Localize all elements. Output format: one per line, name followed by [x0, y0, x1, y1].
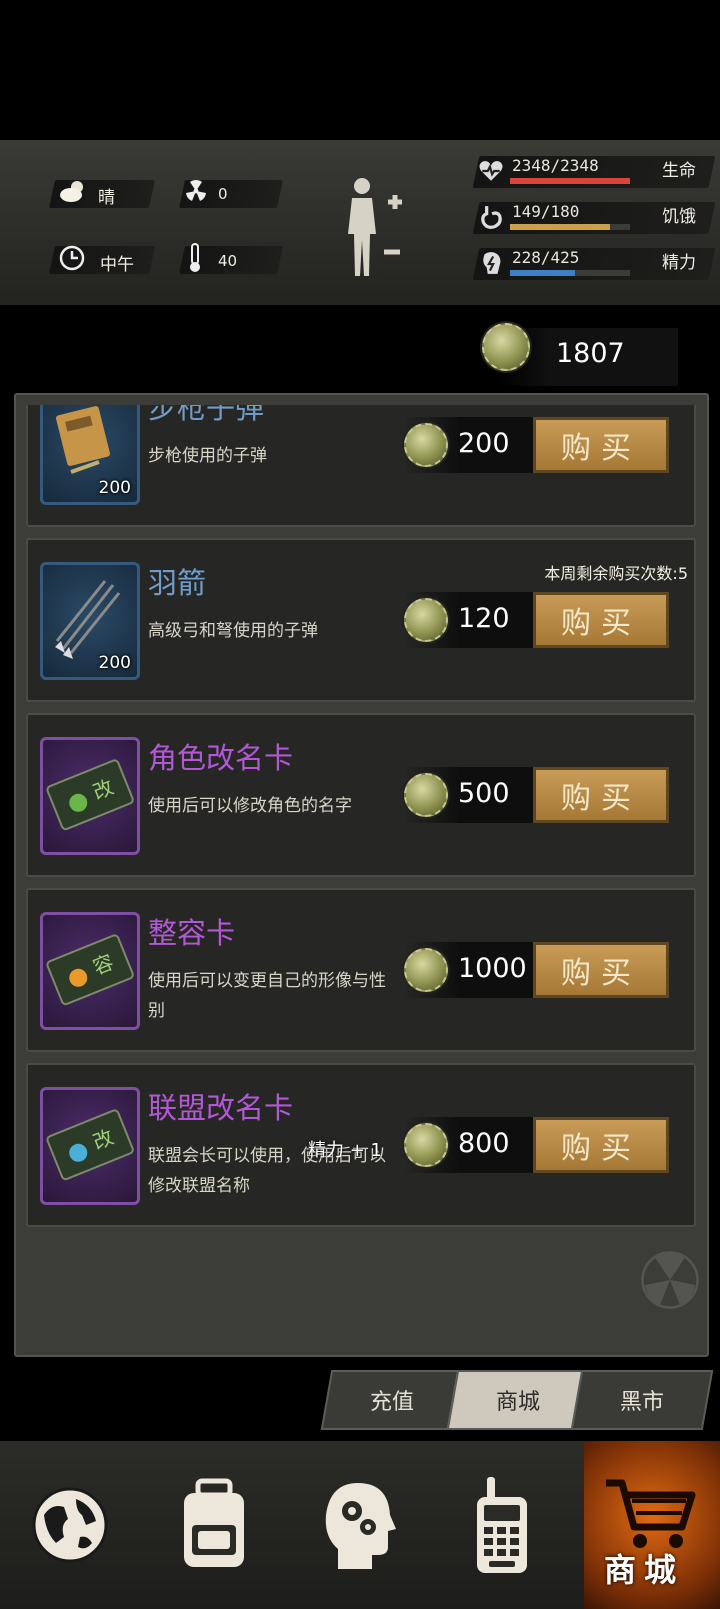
- item-price-value: 800: [458, 1128, 510, 1159]
- stat-hunger: 149/180 饥饿: [472, 200, 716, 236]
- item-description: 使用后可以变更自己的形像与性别: [148, 971, 386, 1021]
- cloud-sun-icon: [60, 181, 83, 202]
- stat-health: 2348/2348 生命: [472, 154, 716, 190]
- stat-label: 饥饿: [662, 207, 696, 227]
- backpack-icon: [184, 1478, 244, 1567]
- weekly-limit: 本周剩余购买次数:5: [544, 564, 688, 583]
- time-of-day-label: 中午: [100, 255, 134, 275]
- stat-label: 精力: [662, 253, 696, 273]
- item-quantity: 200: [98, 478, 131, 498]
- bottle-cap-icon: [404, 773, 448, 817]
- item-price-value: 500: [458, 778, 510, 809]
- stat-bar-fill: [510, 224, 610, 230]
- currency-amount: 1807: [556, 338, 625, 369]
- bottom-nav: 商城: [0, 1441, 720, 1609]
- heart-pulse-icon: [479, 161, 503, 181]
- nav-radio-button[interactable]: [432, 1441, 572, 1609]
- shop-tabs: 充值 商城 黑市: [320, 1370, 714, 1430]
- stat-label: 生命: [662, 161, 696, 181]
- tab-recharge[interactable]: 充值: [320, 1370, 464, 1430]
- arrows-icon: [55, 580, 121, 659]
- item-icon-frame: 改: [40, 737, 140, 855]
- head-gears-icon: [325, 1483, 396, 1569]
- globe-icon: [32, 1487, 108, 1563]
- item-price-value: 200: [458, 428, 510, 459]
- item-name: 羽箭: [148, 566, 207, 600]
- rename-card-icon: 改: [46, 759, 134, 831]
- stat-bar: [510, 270, 630, 276]
- buy-button[interactable]: 购买: [533, 1117, 669, 1173]
- buy-button[interactable]: 购买: [533, 417, 669, 473]
- item-description: 步枪使用的子弹: [148, 446, 267, 466]
- alliance-rename-card-icon: 改: [46, 1109, 134, 1181]
- item-description: 高级弓和弩使用的子弹: [148, 621, 318, 641]
- appearance-card-icon: 容: [46, 934, 134, 1006]
- tab-shop[interactable]: 商城: [446, 1370, 590, 1430]
- item-name: 角色改名卡: [148, 741, 294, 775]
- item-description: 使用后可以修改角色的名字: [148, 796, 352, 816]
- bottle-cap-icon: [404, 598, 448, 642]
- body-status-icon[interactable]: [338, 176, 408, 280]
- item-name: 整容卡: [148, 916, 236, 950]
- temperature-value: 40: [218, 252, 238, 270]
- floating-energy-gain: 精力 + 1: [308, 1140, 382, 1161]
- stat-value: 2348/2348: [512, 156, 599, 175]
- bottle-cap-icon: [404, 948, 448, 992]
- shop-item: 200 步枪子弹 步枪使用的子弹 200 购买: [26, 405, 696, 527]
- item-icon-frame: 改: [40, 1087, 140, 1205]
- stomach-icon: [481, 206, 502, 229]
- stat-value: 228/425: [512, 248, 580, 267]
- radiation-watermark-icon: [641, 1251, 699, 1309]
- clock-icon: [59, 245, 85, 271]
- shop-item: 容 整容卡 使用后可以变更自己的形像与性别 1000 购买: [26, 888, 696, 1052]
- shop-item: 改 角色改名卡 使用后可以修改角色的名字 500 购买: [26, 713, 696, 877]
- item-quantity: 200: [98, 653, 131, 673]
- nav-skills-button[interactable]: [288, 1441, 428, 1609]
- radiation-icon: [186, 180, 206, 201]
- buy-button[interactable]: 购买: [533, 767, 669, 823]
- bottle-cap-icon: [404, 423, 448, 467]
- item-icon-frame: 200: [40, 562, 140, 680]
- brain-bolt-icon: [483, 252, 501, 274]
- rifle-ammo-box-icon: [56, 406, 110, 474]
- stat-bar-fill: [510, 270, 575, 276]
- stat-bar-fill: [510, 178, 630, 184]
- walkie-talkie-icon: [477, 1477, 527, 1573]
- buy-button[interactable]: 购买: [533, 942, 669, 998]
- thermometer-icon: [190, 243, 200, 272]
- shopping-cart-icon: [606, 1479, 696, 1548]
- bottle-cap-icon: [482, 323, 530, 371]
- stat-bar: [510, 224, 630, 230]
- item-icon-frame: 容: [40, 912, 140, 1030]
- nav-map-button[interactable]: [0, 1441, 140, 1609]
- stat-value: 149/180: [512, 202, 580, 221]
- radiation-value: 0: [218, 185, 228, 203]
- nav-backpack-button[interactable]: [144, 1441, 284, 1609]
- stat-bar: [510, 178, 630, 184]
- item-price-value: 1000: [458, 953, 527, 984]
- item-name: 联盟改名卡: [148, 1091, 294, 1125]
- nav-shop-label: 商城: [604, 1551, 685, 1589]
- weather-label: 晴: [98, 188, 115, 208]
- buy-button[interactable]: 购买: [533, 592, 669, 648]
- shop-item-list[interactable]: 200 步枪子弹 步枪使用的子弹 200 购买 200 羽箭 高级弓和弩使用的子…: [16, 405, 705, 1255]
- shop-item: 200 羽箭 高级弓和弩使用的子弹 本周剩余购买次数:5 120 购买: [26, 538, 696, 702]
- item-name: 步枪子弹: [148, 405, 265, 425]
- item-icon-frame: 200: [40, 405, 140, 505]
- status-header: 晴 0 中午 40 2348/2348 生命 149/180 饥饿 228/42…: [0, 140, 720, 305]
- tab-black-market[interactable]: 黑市: [570, 1370, 714, 1430]
- stat-energy: 228/425 精力: [472, 246, 716, 282]
- nav-shop-button[interactable]: 商城: [584, 1441, 720, 1609]
- item-price-value: 120: [458, 603, 510, 634]
- bottle-cap-icon: [404, 1123, 448, 1167]
